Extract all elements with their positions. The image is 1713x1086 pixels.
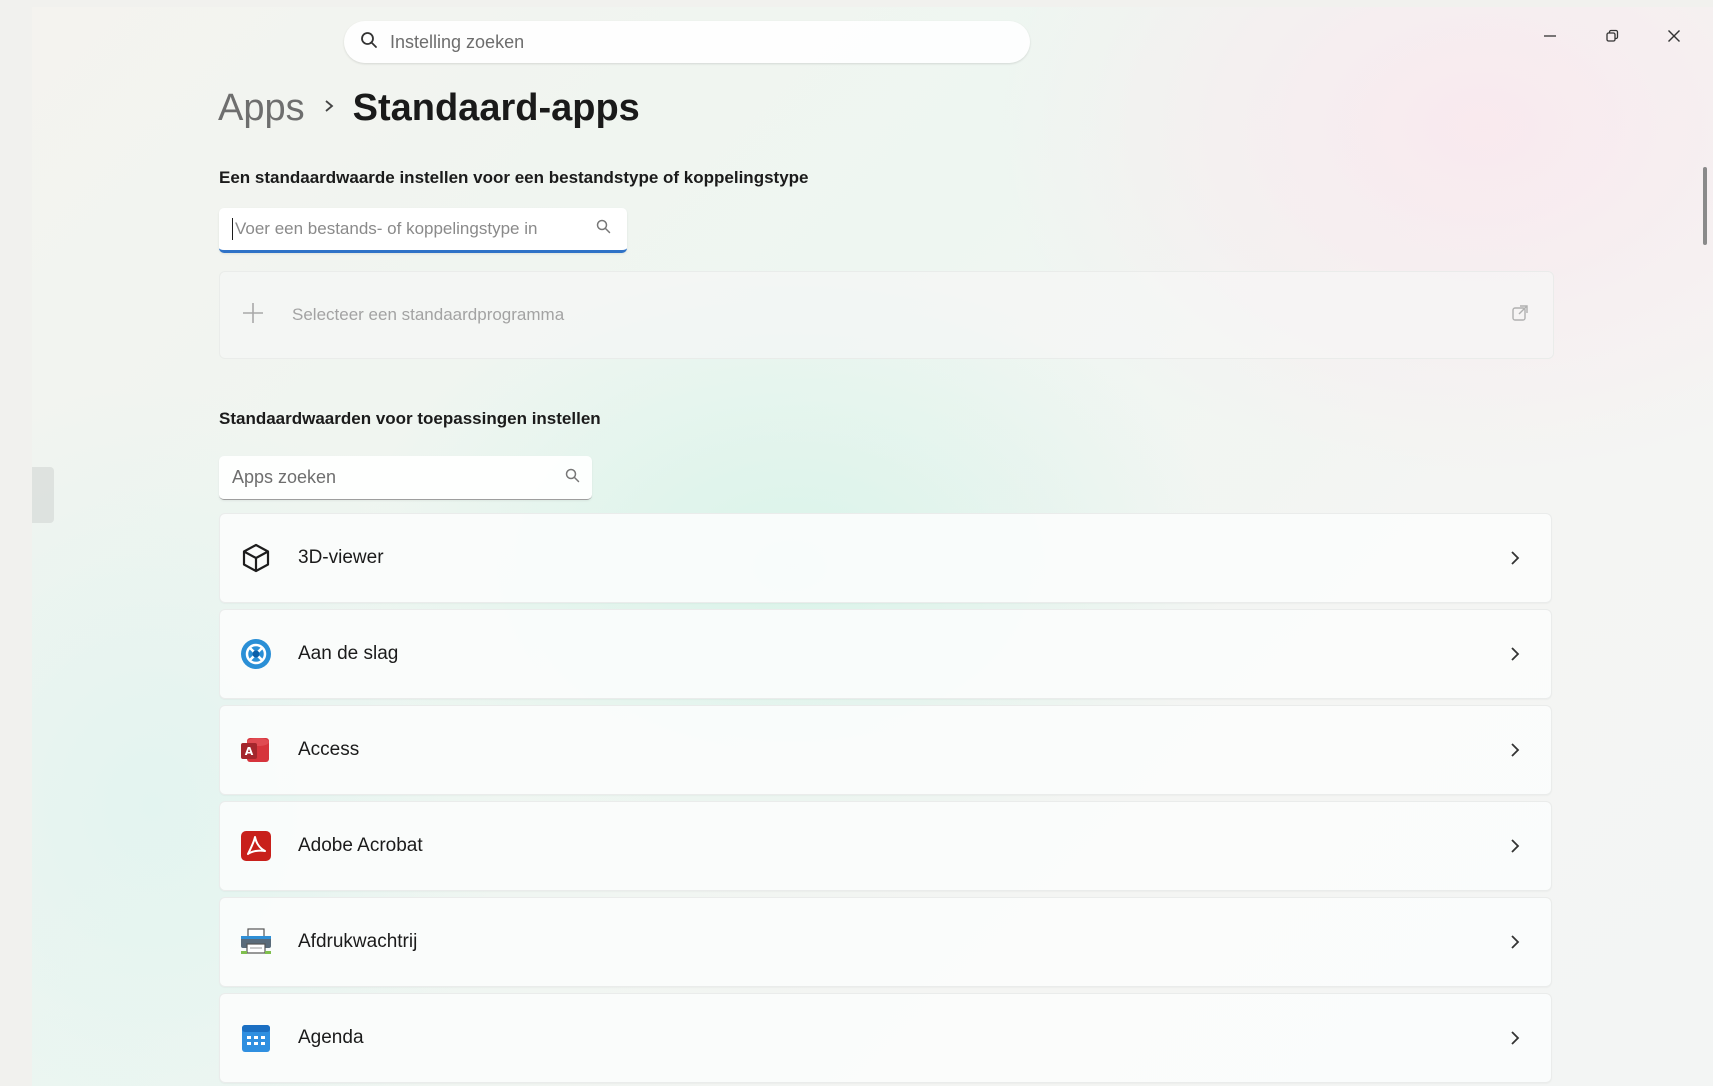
get-started-icon xyxy=(238,636,274,672)
window-controls xyxy=(1535,21,1689,51)
app-name: Agenda xyxy=(298,1027,364,1048)
chevron-right-icon xyxy=(1503,642,1527,666)
minimize-icon xyxy=(1544,35,1556,37)
settings-search-placeholder: Instelling zoeken xyxy=(390,31,525,52)
apps-search-placeholder: Apps zoeken xyxy=(232,467,337,487)
page-title: Standaard-apps xyxy=(352,87,640,129)
restore-icon xyxy=(1606,29,1619,42)
filetype-input[interactable]: Voer een bestands- of koppelingstype in xyxy=(219,208,627,253)
search-icon xyxy=(596,219,611,239)
scrollbar[interactable] xyxy=(1703,167,1707,245)
cube-icon xyxy=(238,540,274,576)
settings-search-box[interactable]: Instelling zoeken xyxy=(344,21,1030,63)
app-row-access[interactable]: A Access xyxy=(219,705,1552,795)
select-default-program-label: Selecteer een standaardprogramma xyxy=(292,305,565,324)
search-icon xyxy=(565,468,580,488)
app-row-aan-de-slag[interactable]: Aan de slag xyxy=(219,609,1552,699)
svg-text:A: A xyxy=(245,745,254,758)
chevron-right-icon xyxy=(1503,738,1527,762)
printer-icon xyxy=(238,924,274,960)
app-row-agenda[interactable]: Agenda xyxy=(219,993,1552,1083)
apps-search-input[interactable]: Apps zoeken xyxy=(219,456,592,500)
app-row-3d-viewer[interactable]: 3D-viewer xyxy=(219,513,1552,603)
filetype-input-placeholder: Voer een bestands- of koppelingstype in xyxy=(235,219,538,238)
open-external-icon xyxy=(1511,304,1529,327)
app-row-adobe-acrobat[interactable]: Adobe Acrobat xyxy=(219,801,1552,891)
access-icon: A xyxy=(238,732,274,768)
app-name: 3D-viewer xyxy=(298,547,384,568)
chevron-right-icon xyxy=(1503,930,1527,954)
close-icon xyxy=(1668,30,1680,42)
acrobat-icon xyxy=(238,828,274,864)
breadcrumb-apps[interactable]: Apps xyxy=(218,87,305,130)
text-caret xyxy=(232,218,233,240)
app-name: Adobe Acrobat xyxy=(298,835,423,856)
close-button[interactable] xyxy=(1659,21,1689,51)
select-default-program-card: Selecteer een standaardprogramma xyxy=(219,271,1554,359)
minimize-button[interactable] xyxy=(1535,21,1565,51)
breadcrumb: Apps Standaard-apps xyxy=(218,87,640,130)
restore-button[interactable] xyxy=(1597,21,1627,51)
app-row-afdrukwachtrij[interactable]: Afdrukwachtrij xyxy=(219,897,1552,987)
app-list: 3D-viewer Aan de slag A Access Adobe Acr… xyxy=(219,513,1552,1086)
calendar-icon xyxy=(238,1020,274,1056)
app-name: Access xyxy=(298,739,360,760)
settings-window: Instelling zoeken Apps Standaard-apps Ee… xyxy=(32,7,1713,1086)
chevron-right-icon xyxy=(1503,1026,1527,1050)
plus-icon xyxy=(240,300,266,331)
app-name: Aan de slag xyxy=(298,643,399,664)
chevron-right-icon xyxy=(1503,834,1527,858)
search-icon xyxy=(360,31,378,54)
chevron-right-icon xyxy=(1503,546,1527,570)
chevron-right-icon xyxy=(323,99,335,118)
app-name: Afdrukwachtrij xyxy=(298,931,418,952)
filetype-section-title: Een standaardwaarde instellen voor een b… xyxy=(219,168,809,187)
nav-pane-handle[interactable] xyxy=(32,467,54,523)
apps-section-title: Standaardwaarden voor toepassingen inste… xyxy=(219,409,601,428)
